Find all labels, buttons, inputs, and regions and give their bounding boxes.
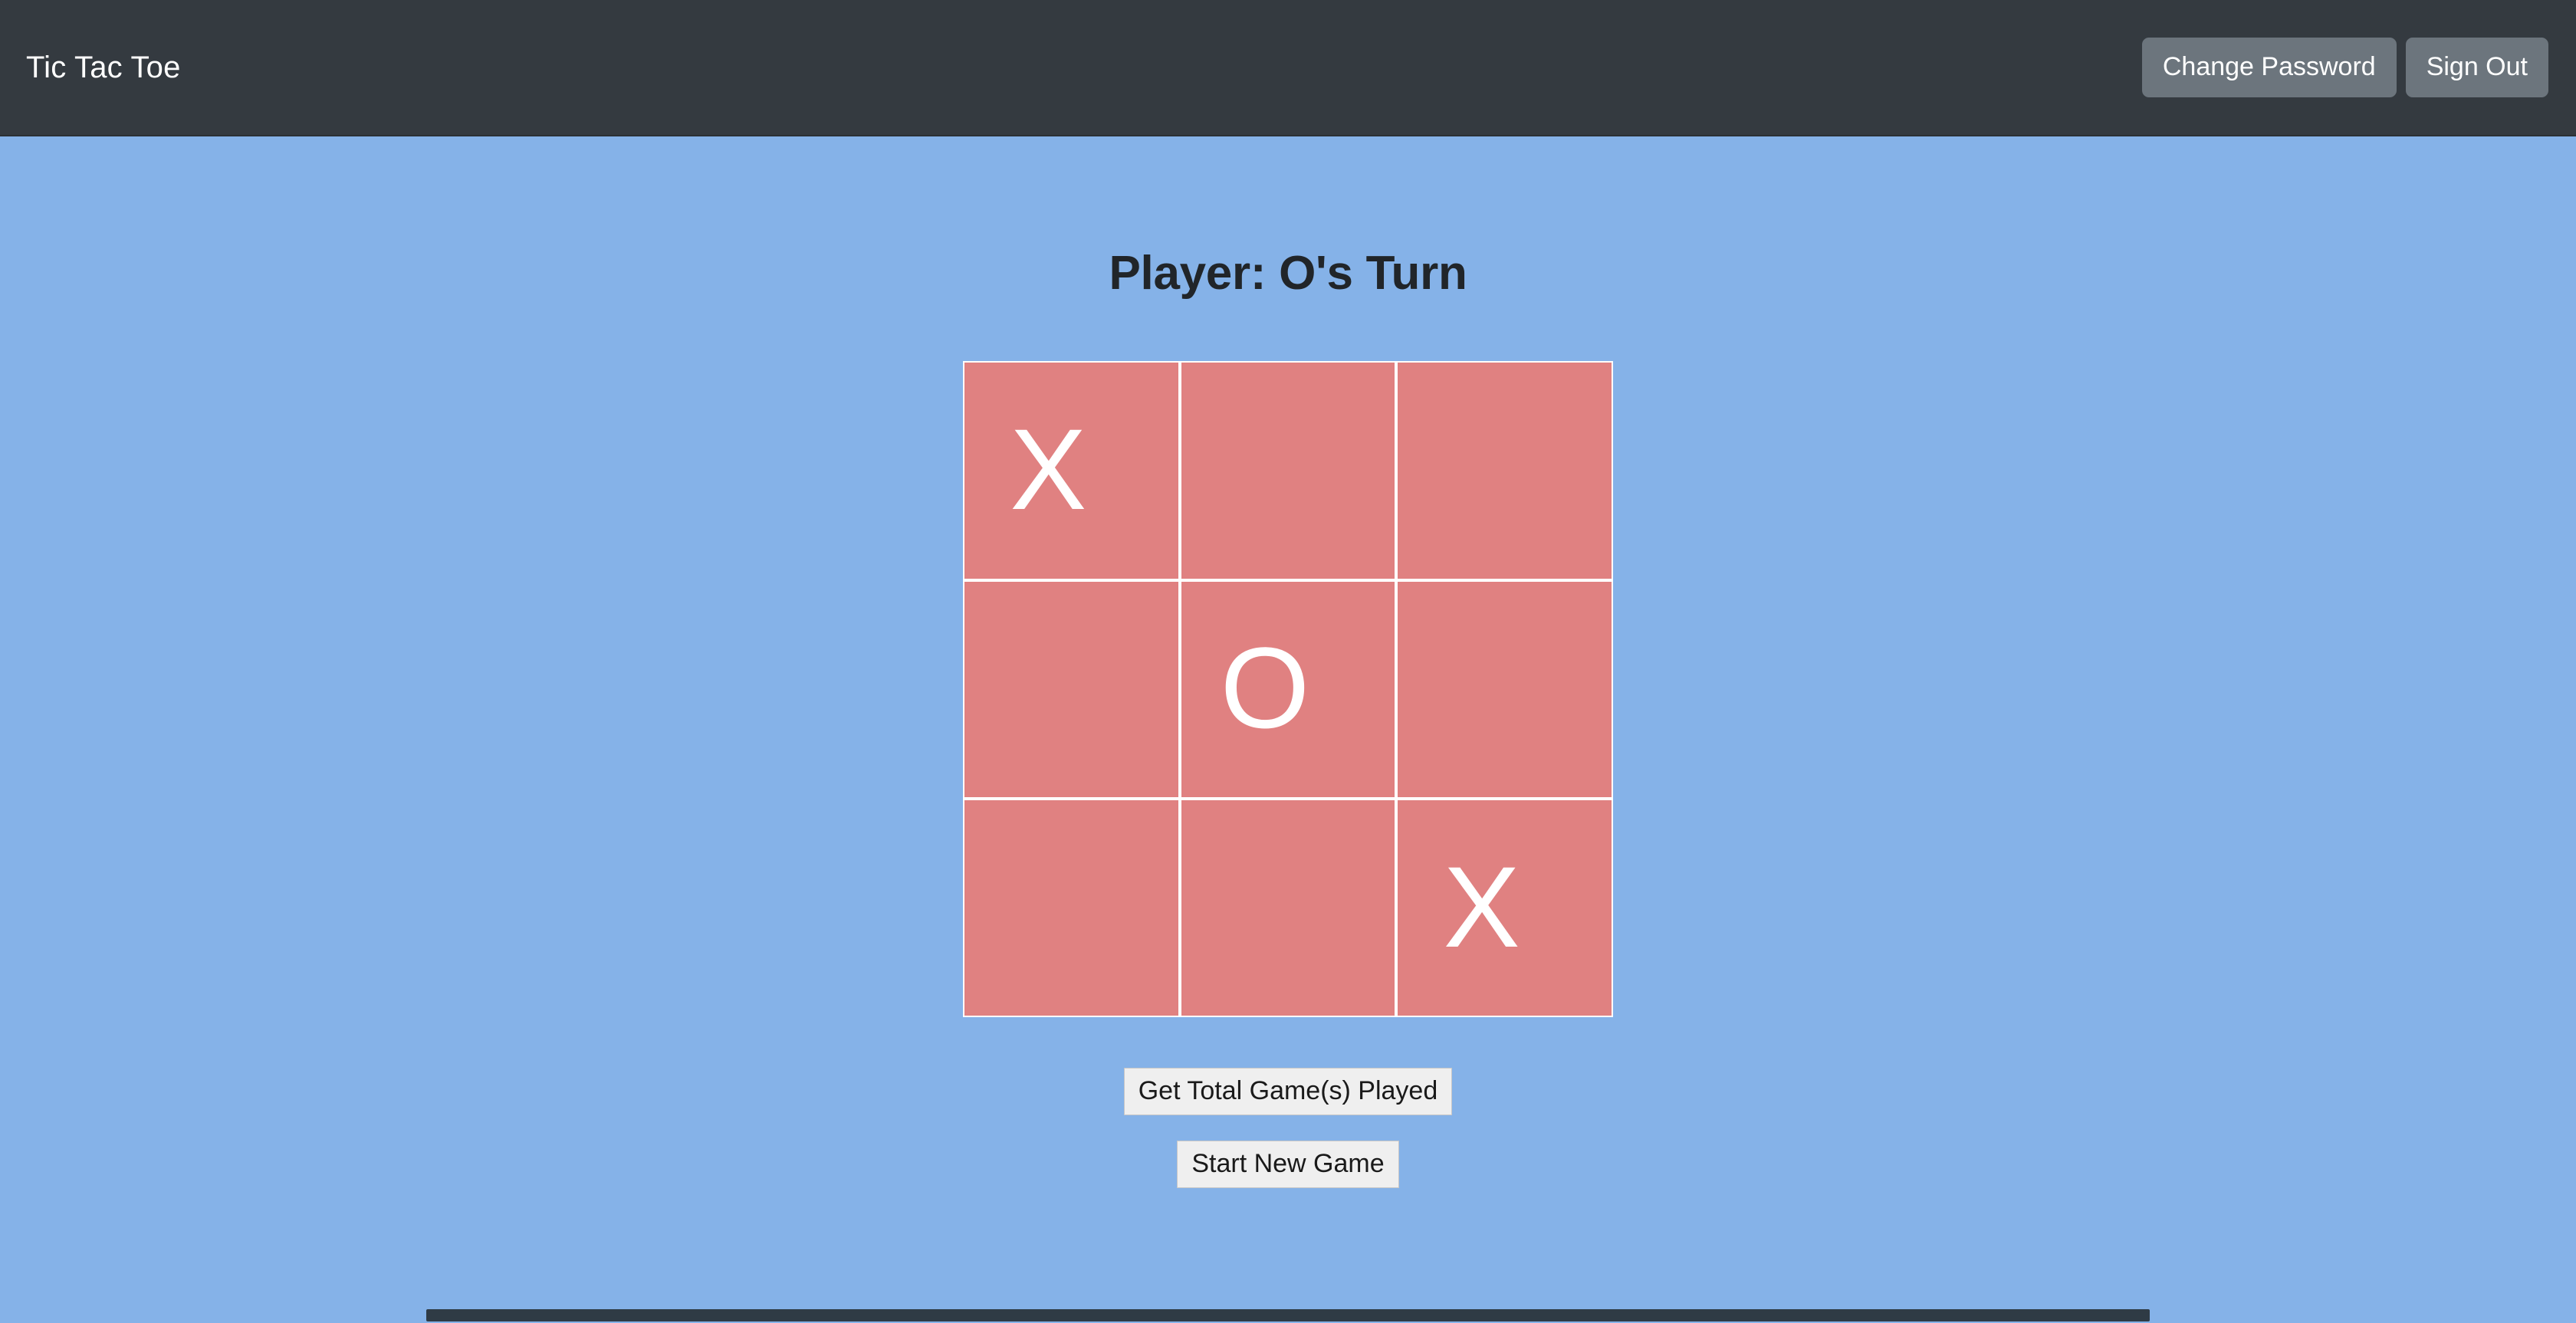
board-cell-bottom-center[interactable] <box>1181 799 1395 1016</box>
cell-mark <box>964 800 1178 1016</box>
cell-mark <box>1398 363 1612 578</box>
start-new-game-button[interactable]: Start New Game <box>1177 1141 1399 1189</box>
board-cell-top-left[interactable]: X <box>964 363 1178 579</box>
cell-mark: X <box>1443 842 1520 971</box>
horizontal-scrollbar-track[interactable] <box>0 1303 2576 1323</box>
game-status-heading: Player: O's Turn <box>1109 247 1467 300</box>
cell-mark <box>1181 800 1395 1016</box>
navbar-actions: Change Password Sign Out <box>2141 38 2548 97</box>
main-content: Player: O's Turn X O X Get Total Game(s)… <box>0 136 2576 1323</box>
board-cell-bottom-left[interactable] <box>964 799 1178 1016</box>
board-cell-middle-center[interactable]: O <box>1181 581 1395 797</box>
cell-mark: O <box>1220 623 1310 753</box>
app-brand-title: Tic Tac Toe <box>26 51 181 84</box>
tic-tac-toe-app: Tic Tac Toe Change Password Sign Out Pla… <box>0 0 2576 1323</box>
board-container: X O X <box>0 361 2576 1018</box>
navbar: Tic Tac Toe Change Password Sign Out <box>0 0 2576 136</box>
board-cell-bottom-right[interactable]: X <box>1398 799 1612 1016</box>
game-actions: Get Total Game(s) Played Start New Game <box>0 1068 2576 1189</box>
horizontal-scrollbar-thumb[interactable] <box>426 1309 2150 1321</box>
get-total-games-played-button[interactable]: Get Total Game(s) Played <box>1123 1068 1453 1116</box>
cell-mark <box>1398 582 1612 797</box>
sign-out-button[interactable]: Sign Out <box>2405 38 2548 97</box>
board-cell-middle-right[interactable] <box>1398 581 1612 797</box>
cell-mark: X <box>1010 404 1087 533</box>
game-board: X O X <box>963 361 1613 1018</box>
board-cell-top-center[interactable] <box>1181 363 1395 579</box>
cell-mark <box>964 582 1178 797</box>
board-cell-top-right[interactable] <box>1398 363 1612 579</box>
change-password-button[interactable]: Change Password <box>2141 38 2397 97</box>
cell-mark <box>1181 363 1395 578</box>
board-cell-middle-left[interactable] <box>964 581 1178 797</box>
